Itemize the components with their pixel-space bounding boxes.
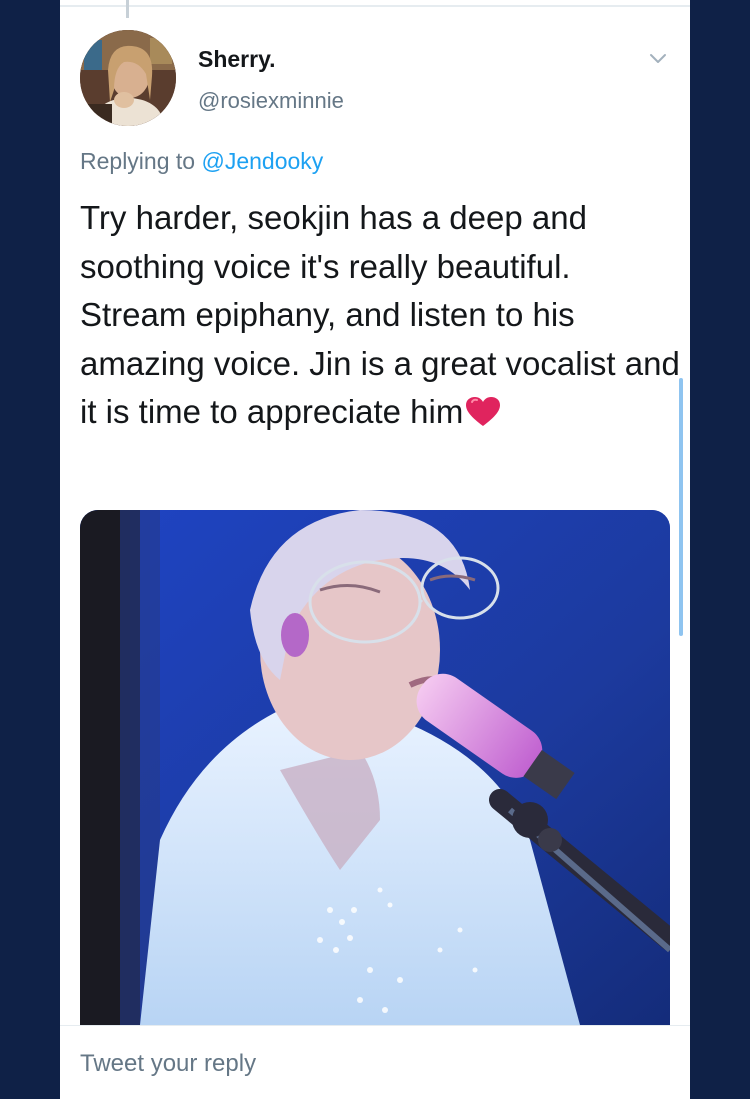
- thread-connector-line: [126, 0, 129, 18]
- avatar[interactable]: [80, 30, 176, 126]
- reply-input[interactable]: [80, 1050, 640, 1078]
- tweet-media-photo[interactable]: [80, 510, 670, 1025]
- tweet-text: Try harder, seokjin has a deep and sooth…: [80, 199, 680, 430]
- replying-to-line: Replying to @Jendooky: [80, 148, 323, 175]
- user-handle[interactable]: @rosiexminnie: [198, 88, 344, 114]
- replying-to-mention-link[interactable]: @Jendooky: [201, 148, 323, 174]
- tweet-body: Try harder, seokjin has a deep and sooth…: [80, 194, 680, 437]
- display-name[interactable]: Sherry.: [198, 46, 276, 73]
- reply-divider: [60, 1025, 690, 1026]
- replying-to-label: Replying to: [80, 148, 202, 174]
- chevron-down-icon[interactable]: [648, 48, 668, 68]
- top-divider: [60, 5, 690, 7]
- tweet-card: Sherry. @rosiexminnie Replying to @Jendo…: [60, 0, 690, 1099]
- scrollbar[interactable]: [679, 378, 683, 636]
- screenshot-frame: Sherry. @rosiexminnie Replying to @Jendo…: [0, 0, 750, 1099]
- heart-emoji-icon: [465, 393, 501, 426]
